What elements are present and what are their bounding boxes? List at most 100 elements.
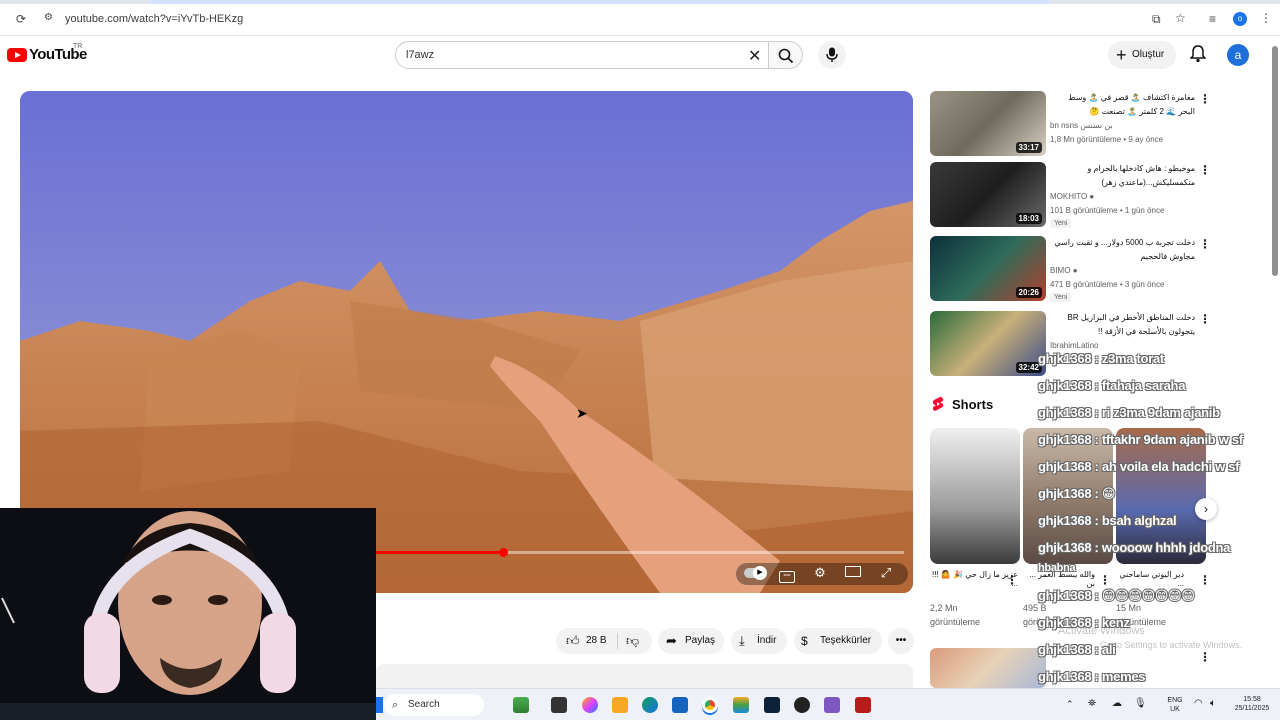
rec-thumbnail[interactable]	[930, 648, 1046, 688]
rec-thumbnail[interactable]: 18:03	[930, 162, 1046, 227]
share-button[interactable]: ➦ Paylaş	[658, 628, 724, 654]
search-icon	[778, 48, 794, 64]
fullscreen-icon: ⤢	[880, 565, 892, 580]
chrome-icon[interactable]	[702, 697, 718, 713]
rec-title[interactable]: موخيطو : هاش كادخلها بالحرام و منكمسليكش…	[1050, 162, 1195, 190]
store-icon[interactable]	[672, 697, 688, 713]
video-duration: 20:26	[1015, 287, 1042, 298]
chat-message: ghjk1368 : ri z3ma 9dam ajanib	[1038, 405, 1220, 420]
rec-menu-icon[interactable]: ⋮	[1199, 312, 1211, 326]
rec-meta: 1,8 Mn görüntüleme • 9 ay önce	[1050, 135, 1164, 144]
install-app-icon[interactable]: ⧉	[1152, 12, 1161, 27]
more-actions-button[interactable]: •••	[888, 628, 914, 654]
shorts-heading: Shorts	[952, 397, 994, 412]
rec-menu-icon[interactable]: ⋮	[1199, 163, 1211, 177]
profile-avatar[interactable]: o	[1233, 12, 1247, 26]
edge-icon[interactable]	[642, 697, 658, 713]
rec-channel[interactable]: BIMO ●	[1050, 264, 1078, 278]
thumbs-up-icon: 👍︎	[566, 633, 580, 648]
bookmark-star-icon[interactable]: ☆	[1175, 11, 1186, 25]
language-indicator[interactable]: ENG UK	[1162, 696, 1188, 714]
browser-menu-icon[interactable]: ⋮	[1260, 11, 1272, 25]
create-button[interactable]: + Oluştur	[1108, 41, 1176, 69]
short-thumbnail[interactable]	[930, 428, 1020, 564]
rec-thumbnail[interactable]: 32:42	[930, 311, 1046, 376]
steam-icon[interactable]	[764, 697, 780, 713]
rec-channel[interactable]: bn nsns بن نسنس	[1050, 119, 1113, 133]
search-icon: ⌕	[392, 699, 399, 711]
super-thanks-icon: $	[801, 634, 808, 648]
reload-icon[interactable]: ⟳	[16, 12, 26, 26]
app-red-icon[interactable]	[855, 697, 871, 713]
progress-scrubber[interactable]	[498, 548, 508, 557]
dislike-button[interactable]: 👎︎	[618, 628, 652, 654]
media-control-icon[interactable]: ≡	[1209, 12, 1216, 26]
clear-search-icon[interactable]: ✕	[748, 46, 761, 66]
chat-message: ghjk1368 : bsah alghzal	[1038, 513, 1177, 528]
download-button[interactable]: ⤓ İndir	[731, 628, 787, 654]
tray-chevron-icon[interactable]: ⌃	[1066, 700, 1074, 709]
file-explorer-icon[interactable]	[612, 697, 628, 713]
short-title[interactable]: عزيز ما زال حي 🎉 🤷 !!! ...	[930, 570, 1018, 588]
start-icon[interactable]	[376, 697, 383, 713]
task-view-icon[interactable]	[551, 697, 567, 713]
verified-icon: ●	[1089, 192, 1095, 201]
short-title[interactable]: دير اليوتي ساماحني ...	[1116, 570, 1184, 588]
plus-icon: +	[1116, 45, 1127, 65]
chat-message: ghjk1368 : memes	[1038, 669, 1146, 684]
youtube-logo[interactable]: YouTube TR	[0, 36, 100, 76]
rec-menu-icon[interactable]: ⋮	[1199, 92, 1211, 106]
notifications-button[interactable]	[1189, 45, 1207, 68]
rec-title[interactable]: دخلت تجربة ب 5000 دولار... و ثقبت راسي م…	[1050, 236, 1195, 264]
short-menu-icon[interactable]: ⋮	[1099, 573, 1111, 587]
app-purple-icon[interactable]	[824, 697, 840, 713]
clock-time: 15:58	[1243, 696, 1261, 703]
voice-search-button[interactable]	[818, 41, 846, 69]
taskbar-search[interactable]: ⌕ Search	[384, 694, 484, 716]
short-menu-icon[interactable]: ⋮	[1006, 573, 1018, 587]
page-scrollbar[interactable]	[1272, 46, 1278, 276]
download-label: İndir	[757, 635, 777, 646]
rec-title[interactable]: مغامرة اكتشاف 🏝️ قصر في 🏝️ وسط البحر 🌊 2…	[1050, 91, 1195, 119]
rec-thumbnail[interactable]: 20:26	[930, 236, 1046, 301]
short-views: 2,2 Mn	[930, 603, 958, 613]
fullscreen-button[interactable]: ⤢	[876, 565, 896, 581]
rec-menu-icon[interactable]: ⋮	[1199, 237, 1211, 251]
search-button[interactable]	[769, 41, 803, 69]
verified-icon: ●	[1072, 266, 1078, 275]
youtube-header: YouTube TR l7awz ✕ + Oluştur a	[0, 36, 1280, 76]
subtitles-button[interactable]: ==	[777, 565, 797, 583]
rec-menu-icon[interactable]: ⋮	[1199, 650, 1211, 664]
tray-app-icon[interactable]: ⛯	[1088, 699, 1096, 709]
chat-message: ghjk1368 : 😁😁😁😁😁😁😁	[1038, 588, 1195, 603]
obs-icon[interactable]	[794, 697, 810, 713]
like-button[interactable]: 👍︎ 28 B	[556, 628, 616, 654]
search-query[interactable]: l7awz	[406, 49, 434, 61]
clock[interactable]: 15:58 25/11/2025	[1228, 695, 1276, 713]
rec-channel[interactable]: MOKHITO ●	[1050, 190, 1094, 204]
progress-played	[376, 551, 503, 554]
site-info-icon[interactable]: ⚙	[44, 12, 53, 23]
tray-mic-icon[interactable]: 🎙︎	[1134, 699, 1147, 709]
chat-message: ghjk1368 : ali	[1038, 642, 1116, 657]
account-avatar[interactable]: a	[1227, 44, 1249, 66]
thanks-button[interactable]: $ Teşekkürler	[794, 628, 882, 654]
shorts-next-button[interactable]: ›	[1195, 498, 1217, 520]
url-text[interactable]: youtube.com/watch?v=iYvTb-HEKzg	[65, 13, 243, 25]
short-views: 15 Mn	[1116, 603, 1142, 613]
browser-address-bar[interactable]: ⟳ ⚙ youtube.com/watch?v=iYvTb-HEKzg ⧉ ☆ …	[0, 4, 1280, 36]
wifi-icon[interactable]: ◠	[1194, 699, 1203, 709]
theater-mode-button[interactable]	[843, 565, 863, 581]
widgets-icon[interactable]	[513, 697, 529, 713]
rec-title[interactable]: دخلت المناطق الأخطر في البرازيل BR يتجول…	[1050, 311, 1195, 339]
settings-button[interactable]: ⚙	[810, 565, 830, 581]
app-stack-icon[interactable]	[733, 697, 749, 713]
rec-thumbnail[interactable]: 33:17	[930, 91, 1046, 156]
description-box[interactable]	[376, 664, 913, 688]
volume-icon[interactable]: 🔈︎	[1210, 699, 1216, 709]
tray-cloud-icon[interactable]: ☁	[1112, 699, 1122, 709]
short-menu-icon[interactable]: ⋮	[1199, 573, 1211, 587]
search-input[interactable]: l7awz ✕	[395, 41, 769, 69]
autoplay-toggle[interactable]: ▶	[744, 565, 767, 581]
copilot-icon[interactable]	[582, 697, 598, 713]
